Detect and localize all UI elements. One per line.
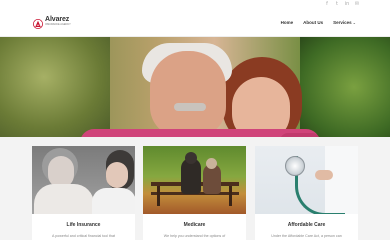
hero-woman-face: [232, 77, 290, 137]
brand-tagline: INSURANCE AGENCY: [45, 23, 71, 26]
services-section: Life Insurance A powerful and critical f…: [0, 137, 390, 240]
nav-item-services-label: Services: [333, 20, 352, 25]
card-title: Affordable Care: [287, 222, 326, 228]
logo[interactable]: Alvarez INSURANCE AGENCY: [33, 16, 71, 29]
card-title: Medicare: [183, 222, 206, 228]
main-nav: Home About Us Services⌄: [281, 20, 356, 25]
hero-background-left: [0, 37, 110, 137]
site-header: Alvarez INSURANCE AGENCY Home About Us S…: [0, 10, 390, 37]
social-links: f t in ✉: [324, 1, 360, 7]
twitter-icon[interactable]: t: [334, 1, 340, 7]
service-card-affordable-care[interactable]: Affordable Care Under the Affordable Car…: [255, 146, 358, 240]
hero-man-mustache: [174, 103, 206, 111]
hero-slider[interactable]: [0, 37, 390, 137]
nav-item-about-us[interactable]: About Us: [303, 20, 323, 25]
nav-item-services[interactable]: Services⌄: [333, 20, 356, 25]
service-card-life-insurance[interactable]: Life Insurance A powerful and critical f…: [32, 146, 135, 240]
hero-background-right: [300, 37, 390, 137]
card-description: A powerful and critical financial tool t…: [52, 234, 115, 238]
medicare-image: [143, 146, 246, 214]
brand-name: Alvarez: [45, 16, 70, 23]
service-card-medicare[interactable]: Medicare We help you understand the opti…: [143, 146, 246, 240]
logo-mark-icon: [33, 16, 43, 29]
life-insurance-image: [32, 146, 135, 214]
hero-man-face: [150, 51, 226, 137]
card-title: Life Insurance: [66, 222, 101, 228]
card-description: Under the Affordable Care Act, a person …: [271, 234, 342, 238]
logo-text: Alvarez INSURANCE AGENCY: [45, 16, 71, 26]
facebook-icon[interactable]: f: [324, 1, 330, 7]
top-bar: f t in ✉: [0, 0, 390, 10]
nav-item-home[interactable]: Home: [281, 20, 294, 25]
email-icon[interactable]: ✉: [354, 1, 360, 7]
card-description: We help you understand the options of: [163, 234, 226, 238]
chevron-down-icon: ⌄: [352, 20, 356, 25]
linkedin-icon[interactable]: in: [344, 1, 350, 7]
affordable-care-image: [255, 146, 358, 214]
